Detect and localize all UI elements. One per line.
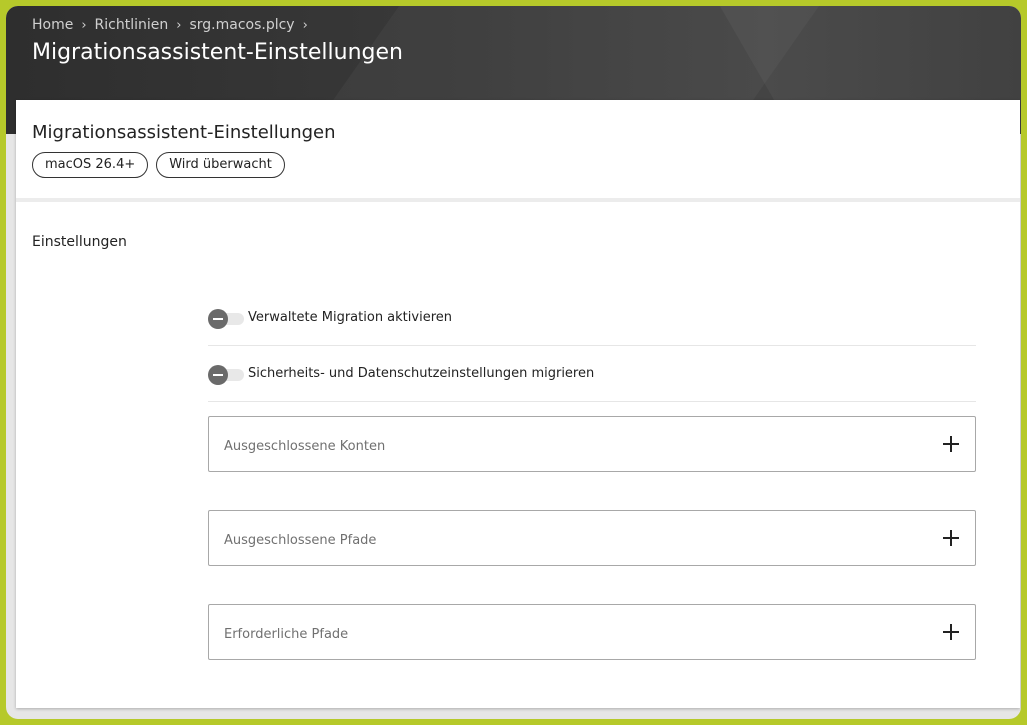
toggle-row-managed-migration: Verwaltete Migration aktivieren: [208, 290, 976, 346]
excluded-paths-field[interactable]: Ausgeschlossene Pfade: [208, 510, 976, 566]
privacy-migration-toggle[interactable]: [208, 364, 244, 385]
toggle-row-privacy-migration: Sicherheits- und Datenschutzeinstellunge…: [208, 346, 976, 402]
chevron-right-icon: ›: [176, 17, 182, 33]
field-label: Erforderliche Pfade: [224, 626, 349, 642]
excluded-accounts-field[interactable]: Ausgeschlossene Konten: [208, 416, 976, 472]
breadcrumb-richtlinien[interactable]: Richtlinien: [95, 17, 169, 33]
card-header: Migrationsassistent-Einstellungen macOS …: [16, 100, 1020, 202]
badge-group: macOS 26.4+ Wird überwacht: [32, 152, 285, 178]
settings-card: Migrationsassistent-Einstellungen macOS …: [16, 100, 1020, 708]
card-title: Migrationsassistent-Einstellungen: [32, 122, 336, 143]
breadcrumb: Home › Richtlinien › srg.macos.plcy ›: [32, 17, 316, 33]
chevron-right-icon: ›: [302, 17, 308, 33]
breadcrumb-policy[interactable]: srg.macos.plcy: [189, 17, 294, 33]
os-version-badge: macOS 26.4+: [32, 152, 149, 178]
plus-icon[interactable]: [943, 530, 959, 546]
plus-icon[interactable]: [943, 436, 959, 452]
toggle-label: Verwaltete Migration aktivieren: [248, 310, 452, 325]
field-label: Ausgeschlossene Pfade: [224, 532, 377, 548]
supervised-badge: Wird überwacht: [156, 152, 285, 178]
chevron-right-icon: ›: [81, 17, 87, 33]
managed-migration-toggle[interactable]: [208, 308, 244, 329]
minus-icon: [208, 364, 228, 385]
required-paths-field[interactable]: Erforderliche Pfade: [208, 604, 976, 660]
section-label: Einstellungen: [32, 234, 127, 250]
breadcrumb-home[interactable]: Home: [32, 17, 73, 33]
field-label: Ausgeschlossene Konten: [224, 438, 386, 454]
app-window: Home › Richtlinien › srg.macos.plcy › Mi…: [6, 6, 1021, 719]
plus-icon[interactable]: [943, 624, 959, 640]
minus-icon: [208, 308, 228, 329]
page-title: Migrationsassistent-Einstellungen: [32, 40, 403, 65]
toggle-label: Sicherheits- und Datenschutzeinstellunge…: [248, 366, 595, 381]
